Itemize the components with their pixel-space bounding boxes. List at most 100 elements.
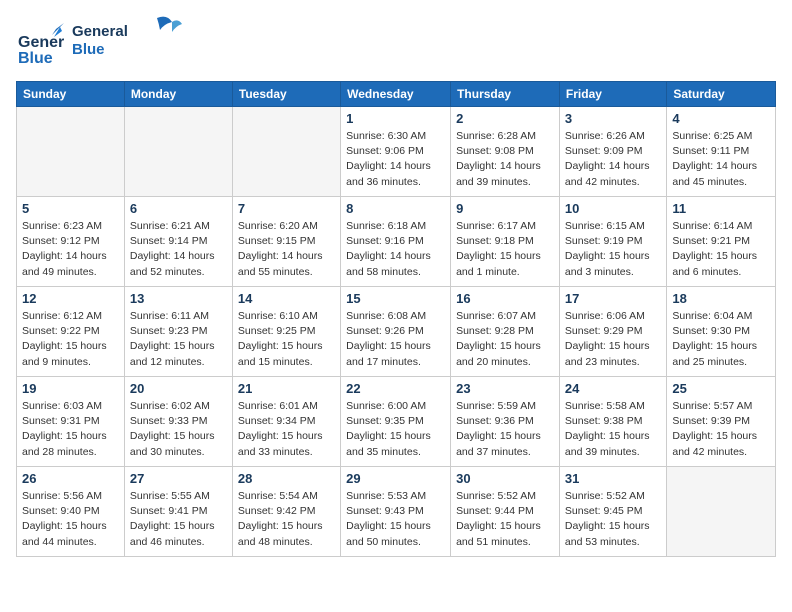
day-number: 14 — [238, 291, 335, 306]
calendar-cell: 12Sunrise: 6:12 AM Sunset: 9:22 PM Dayli… — [17, 287, 125, 377]
day-info: Sunrise: 6:00 AM Sunset: 9:35 PM Dayligh… — [346, 399, 445, 460]
weekday-header-friday: Friday — [559, 82, 666, 107]
svg-text:General: General — [18, 34, 64, 51]
calendar-cell: 18 Sunrise: 6:04 AM Sunset: 9:30 PM Dayli… — [667, 287, 776, 377]
day-info: Sunrise: 6:17 AM Sunset: 9:18 PM Dayligh… — [456, 219, 554, 280]
day-info: Sunrise: 6:20 AM Sunset: 9:15 PM Dayligh… — [238, 219, 335, 280]
day-info: Sunrise: 6:11 AM Sunset: 9:23 PM Dayligh… — [130, 309, 227, 370]
calendar-cell: 16 Sunrise: 6:07 AM Sunset: 9:28 PM Dayli… — [451, 287, 560, 377]
day-number: 31 — [565, 471, 661, 486]
day-number: 20 — [130, 381, 227, 396]
weekday-header-thursday: Thursday — [451, 82, 560, 107]
day-number: 1 — [346, 111, 445, 126]
day-info: Sunrise: 5:55 AM Sunset: 9:41 PM Dayligh… — [130, 489, 227, 550]
calendar-cell: 10 Sunrise: 6:15 AM Sunset: 9:19 PM Dayli… — [559, 197, 666, 287]
calendar-cell: 14 Sunrise: 6:10 AM Sunset: 9:25 PM Dayli… — [232, 287, 340, 377]
day-info: Sunrise: 6:07 AM Sunset: 9:28 PM Dayligh… — [456, 309, 554, 370]
calendar-week-0: 1Sunrise: 6:30 AM Sunset: 9:06 PM Daylig… — [17, 107, 776, 197]
calendar-week-1: 5 Sunrise: 6:23 AM Sunset: 9:12 PM Daylig… — [17, 197, 776, 287]
calendar-week-4: 26 Sunrise: 5:56 AM Sunset: 9:40 PM Dayli… — [17, 467, 776, 557]
day-number: 19 — [22, 381, 119, 396]
day-info: Sunrise: 6:23 AM Sunset: 9:12 PM Dayligh… — [22, 219, 119, 280]
calendar-cell: 23 Sunrise: 5:59 AM Sunset: 9:36 PM Dayli… — [451, 377, 560, 467]
calendar-cell: 1Sunrise: 6:30 AM Sunset: 9:06 PM Daylig… — [341, 107, 451, 197]
day-number: 4 — [672, 111, 770, 126]
svg-text:Blue: Blue — [18, 50, 53, 67]
calendar-cell: 2 Sunrise: 6:28 AM Sunset: 9:08 PM Daylig… — [451, 107, 560, 197]
calendar-cell: 17Sunrise: 6:06 AM Sunset: 9:29 PM Dayli… — [559, 287, 666, 377]
calendar-week-3: 19 Sunrise: 6:03 AM Sunset: 9:31 PM Dayli… — [17, 377, 776, 467]
day-info: Sunrise: 6:12 AM Sunset: 9:22 PM Dayligh… — [22, 309, 119, 370]
weekday-header-monday: Monday — [124, 82, 232, 107]
day-number: 5 — [22, 201, 119, 216]
calendar-cell: 7 Sunrise: 6:20 AM Sunset: 9:15 PM Daylig… — [232, 197, 340, 287]
calendar-cell: 30Sunrise: 5:52 AM Sunset: 9:44 PM Dayli… — [451, 467, 560, 557]
day-info: Sunrise: 6:04 AM Sunset: 9:30 PM Dayligh… — [672, 309, 770, 370]
day-info: Sunrise: 6:02 AM Sunset: 9:33 PM Dayligh… — [130, 399, 227, 460]
calendar-cell: 20 Sunrise: 6:02 AM Sunset: 9:33 PM Dayli… — [124, 377, 232, 467]
page-header: General Blue General Blue — [16, 16, 776, 69]
calendar-table: SundayMondayTuesdayWednesdayThursdayFrid… — [16, 81, 776, 557]
day-number: 23 — [456, 381, 554, 396]
day-info: Sunrise: 6:26 AM Sunset: 9:09 PM Dayligh… — [565, 129, 661, 190]
calendar-cell — [17, 107, 125, 197]
day-info: Sunrise: 5:57 AM Sunset: 9:39 PM Dayligh… — [672, 399, 770, 460]
day-number: 18 — [672, 291, 770, 306]
day-number: 26 — [22, 471, 119, 486]
calendar-cell: 3 Sunrise: 6:26 AM Sunset: 9:09 PM Daylig… — [559, 107, 666, 197]
day-info: Sunrise: 5:59 AM Sunset: 9:36 PM Dayligh… — [456, 399, 554, 460]
day-info: Sunrise: 6:06 AM Sunset: 9:29 PM Dayligh… — [565, 309, 661, 370]
day-info: Sunrise: 6:08 AM Sunset: 9:26 PM Dayligh… — [346, 309, 445, 370]
day-number: 13 — [130, 291, 227, 306]
day-number: 27 — [130, 471, 227, 486]
day-info: Sunrise: 6:10 AM Sunset: 9:25 PM Dayligh… — [238, 309, 335, 370]
day-number: 25 — [672, 381, 770, 396]
day-number: 8 — [346, 201, 445, 216]
day-info: Sunrise: 6:15 AM Sunset: 9:19 PM Dayligh… — [565, 219, 661, 280]
calendar-cell: 21Sunrise: 6:01 AM Sunset: 9:34 PM Dayli… — [232, 377, 340, 467]
day-number: 29 — [346, 471, 445, 486]
day-number: 7 — [238, 201, 335, 216]
day-info: Sunrise: 5:54 AM Sunset: 9:42 PM Dayligh… — [238, 489, 335, 550]
day-number: 10 — [565, 201, 661, 216]
calendar-cell: 28 Sunrise: 5:54 AM Sunset: 9:42 PM Dayli… — [232, 467, 340, 557]
day-info: Sunrise: 6:14 AM Sunset: 9:21 PM Dayligh… — [672, 219, 770, 280]
calendar-cell — [124, 107, 232, 197]
logo-icon: General Blue — [16, 19, 64, 67]
day-info: Sunrise: 5:52 AM Sunset: 9:44 PM Dayligh… — [456, 489, 554, 550]
day-number: 6 — [130, 201, 227, 216]
calendar-week-2: 12Sunrise: 6:12 AM Sunset: 9:22 PM Dayli… — [17, 287, 776, 377]
day-number: 15 — [346, 291, 445, 306]
svg-text:Blue: Blue — [72, 41, 105, 58]
weekday-header-saturday: Saturday — [667, 82, 776, 107]
weekday-header-sunday: Sunday — [17, 82, 125, 107]
calendar-cell — [232, 107, 340, 197]
calendar-cell: 24Sunrise: 5:58 AM Sunset: 9:38 PM Dayli… — [559, 377, 666, 467]
day-info: Sunrise: 5:56 AM Sunset: 9:40 PM Dayligh… — [22, 489, 119, 550]
calendar-cell: 31Sunrise: 5:52 AM Sunset: 9:45 PM Dayli… — [559, 467, 666, 557]
logo-text-icon: General Blue — [72, 16, 192, 64]
calendar-cell: 19 Sunrise: 6:03 AM Sunset: 9:31 PM Dayli… — [17, 377, 125, 467]
calendar-cell: 29Sunrise: 5:53 AM Sunset: 9:43 PM Dayli… — [341, 467, 451, 557]
day-number: 2 — [456, 111, 554, 126]
day-info: Sunrise: 6:03 AM Sunset: 9:31 PM Dayligh… — [22, 399, 119, 460]
day-number: 3 — [565, 111, 661, 126]
day-number: 9 — [456, 201, 554, 216]
day-info: Sunrise: 6:18 AM Sunset: 9:16 PM Dayligh… — [346, 219, 445, 280]
day-number: 21 — [238, 381, 335, 396]
calendar-cell — [667, 467, 776, 557]
calendar-cell: 5 Sunrise: 6:23 AM Sunset: 9:12 PM Daylig… — [17, 197, 125, 287]
day-number: 16 — [456, 291, 554, 306]
calendar-cell: 13 Sunrise: 6:11 AM Sunset: 9:23 PM Dayli… — [124, 287, 232, 377]
weekday-header-wednesday: Wednesday — [341, 82, 451, 107]
day-number: 24 — [565, 381, 661, 396]
calendar-cell: 26 Sunrise: 5:56 AM Sunset: 9:40 PM Dayli… — [17, 467, 125, 557]
calendar-cell: 8 Sunrise: 6:18 AM Sunset: 9:16 PM Daylig… — [341, 197, 451, 287]
calendar-cell: 27 Sunrise: 5:55 AM Sunset: 9:41 PM Dayli… — [124, 467, 232, 557]
day-info: Sunrise: 6:25 AM Sunset: 9:11 PM Dayligh… — [672, 129, 770, 190]
calendar-cell: 4 Sunrise: 6:25 AM Sunset: 9:11 PM Daylig… — [667, 107, 776, 197]
day-info: Sunrise: 6:21 AM Sunset: 9:14 PM Dayligh… — [130, 219, 227, 280]
day-info: Sunrise: 6:28 AM Sunset: 9:08 PM Dayligh… — [456, 129, 554, 190]
calendar-cell: 22Sunrise: 6:00 AM Sunset: 9:35 PM Dayli… — [341, 377, 451, 467]
day-number: 28 — [238, 471, 335, 486]
